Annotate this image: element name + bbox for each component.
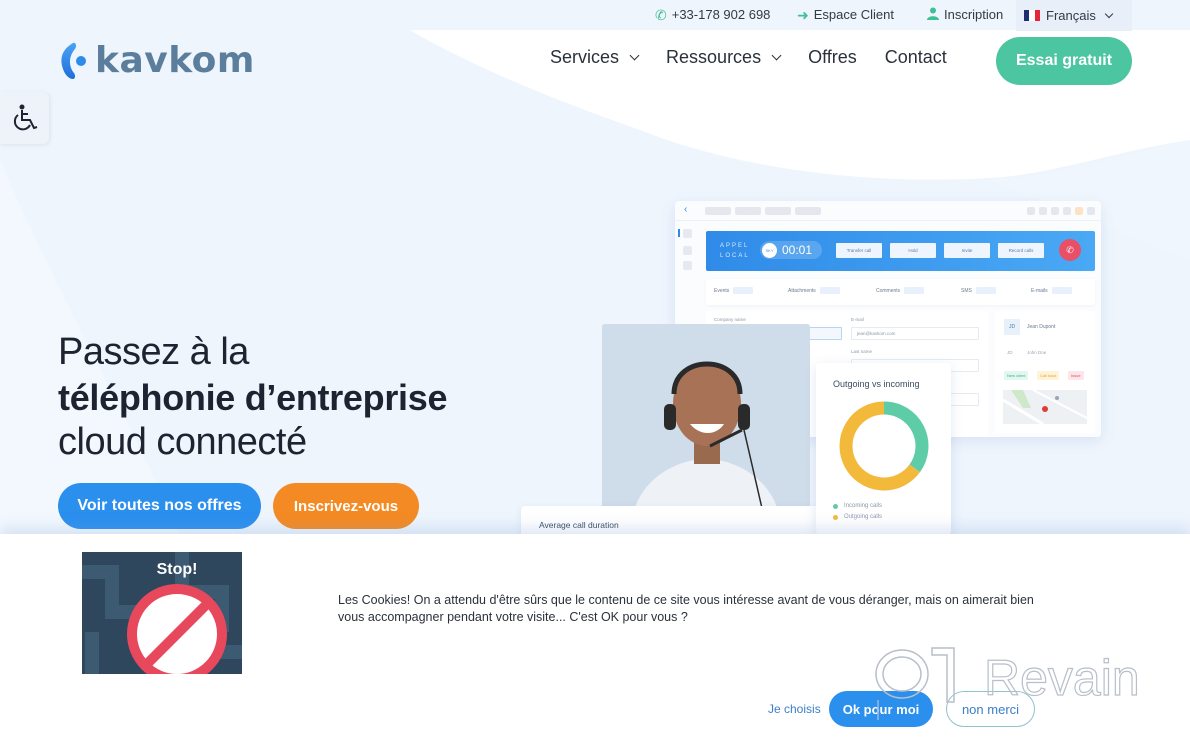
je-choisis-link[interactable]: Je choisis	[768, 702, 821, 716]
nav-ressources[interactable]: Ressources	[666, 47, 782, 68]
invite-button: Invite	[944, 243, 990, 258]
phone-icon: ✆	[655, 6, 667, 23]
france-flag-icon	[1024, 10, 1040, 21]
chevron-down-icon	[629, 50, 640, 61]
donut-chart	[839, 401, 929, 491]
mockup-tabs: Events Attachments Comments SMS E-mails	[706, 279, 1095, 305]
map-thumbnail	[1003, 390, 1087, 424]
login-icon: ➜	[797, 6, 809, 23]
transfer-call-button: Transfer call	[836, 243, 882, 258]
agent-photo	[602, 324, 810, 517]
mockup-contact-card: JD Jean Dupont JD John Doe New client Ca…	[995, 311, 1095, 433]
chevron-down-icon	[771, 50, 782, 61]
accept-cookies-button[interactable]: Ok pour moi	[829, 691, 933, 727]
nav-offres[interactable]: Offres	[808, 47, 857, 68]
call-timer: SKY 00:01	[760, 241, 822, 259]
wheelchair-icon	[13, 104, 37, 131]
stop-image: Stop!	[82, 552, 242, 674]
language-selector[interactable]: Français	[1016, 0, 1132, 31]
logo-mark-icon	[57, 41, 93, 81]
legend-outgoing: Outgoing calls	[833, 514, 882, 520]
main-nav: Services Ressources Offres Contact	[550, 47, 975, 68]
nav-services[interactable]: Services	[550, 47, 640, 68]
chevron-down-icon	[1104, 9, 1114, 18]
hero-headline: Passez à la téléphonie d’entreprise clou…	[58, 331, 448, 463]
inscription-link[interactable]: Inscription	[927, 7, 1003, 22]
decline-cookies-button[interactable]: non merci	[946, 691, 1035, 727]
mockup-logo-icon: ‹	[684, 204, 688, 215]
donut-segment-incoming	[883, 401, 929, 473]
svg-text:Stop!: Stop!	[157, 561, 198, 578]
essai-gratuit-button[interactable]: Essai gratuit	[996, 37, 1132, 85]
record-calls-button: Record calls	[998, 243, 1044, 258]
mockup-toolbar: ‹	[675, 201, 1101, 221]
cookie-message: Les Cookies! On a attendu d'être sûrs qu…	[338, 593, 1034, 624]
kavkom-logo[interactable]: kavkom	[57, 40, 255, 81]
inscrivez-vous-button[interactable]: Inscrivez-vous	[273, 483, 419, 529]
legend-incoming: Incoming calls	[833, 503, 882, 509]
phone-link[interactable]: ✆ +33-178 902 698	[655, 7, 770, 22]
call-bar: APPEL LOCAL SKY 00:01 Transfer call Hold …	[706, 231, 1095, 271]
outgoing-vs-incoming-card: Outgoing vs incoming Incoming calls Outg…	[816, 363, 951, 535]
user-icon	[927, 7, 939, 22]
espace-client-link[interactable]: ➜ Espace Client	[797, 7, 894, 22]
cookie-banner: Stop! Les Cookies! On a attendu d'être s…	[0, 534, 1190, 753]
top-bar: ✆ +33-178 902 698 ➜ Espace Client Inscri…	[0, 0, 1190, 31]
hangup-icon: ✆	[1059, 239, 1081, 261]
hold-button: Hold	[890, 243, 936, 258]
accessibility-button[interactable]	[0, 92, 49, 144]
voir-offres-button[interactable]: Voir toutes nos offres	[58, 483, 261, 529]
nav-contact[interactable]: Contact	[885, 47, 947, 68]
